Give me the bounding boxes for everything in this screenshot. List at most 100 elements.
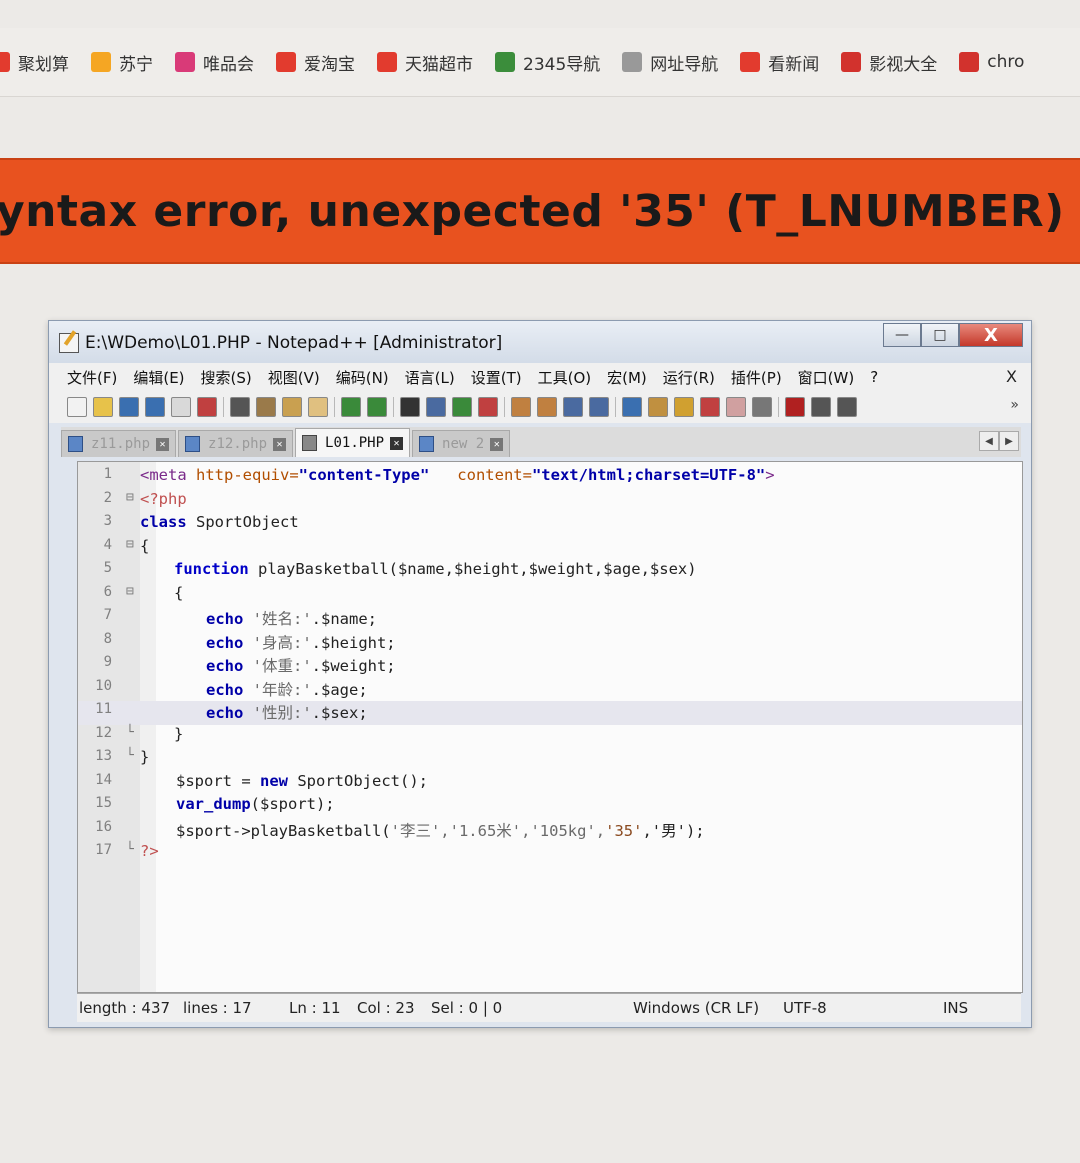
minimize-button[interactable]: — xyxy=(883,323,921,347)
word-wrap-icon[interactable] xyxy=(563,397,583,417)
function-list-icon[interactable] xyxy=(700,397,720,417)
bookmark-item[interactable]: chro xyxy=(959,52,1024,72)
code-line[interactable]: 10 echo '年龄:'.$age; xyxy=(78,678,1022,702)
menu-item[interactable]: 语言(L) xyxy=(405,367,455,388)
tab-close-icon[interactable]: ✕ xyxy=(390,436,404,450)
code-line[interactable]: 11 echo '性别:'.$sex; xyxy=(78,701,1022,725)
print-icon[interactable] xyxy=(230,397,250,417)
file-tab[interactable]: z11.php ✕ xyxy=(61,430,177,457)
save-all-icon[interactable] xyxy=(145,397,165,417)
language-icon[interactable] xyxy=(648,397,668,417)
maximize-button[interactable]: □ xyxy=(921,323,959,347)
bookmark-item[interactable]: 苏宁 xyxy=(91,50,153,75)
bookmark-item[interactable]: 看新闻 xyxy=(740,50,819,75)
code-token: function xyxy=(174,560,249,578)
code-line[interactable]: 13 └} xyxy=(78,748,1022,772)
fold-marker-icon[interactable]: └ xyxy=(126,725,134,740)
line-number: 14 xyxy=(95,771,112,788)
code-line[interactable]: 3 class SportObject xyxy=(78,513,1022,537)
menu-item[interactable]: 插件(P) xyxy=(731,367,782,388)
save-icon[interactable] xyxy=(119,397,139,417)
line-number: 1 xyxy=(103,466,112,482)
tab-scroll-left-icon[interactable]: ◀ xyxy=(979,431,999,451)
code-line[interactable]: 7 echo '姓名:'.$name; xyxy=(78,607,1022,631)
code-token: '35' xyxy=(605,821,643,840)
redo-icon[interactable] xyxy=(367,397,387,417)
cut-icon[interactable] xyxy=(256,397,276,417)
menu-item[interactable]: 设置(T) xyxy=(471,367,522,388)
bookmark-item[interactable]: 影视大全 xyxy=(841,50,937,75)
file-tab[interactable]: L01.PHP ✕ xyxy=(295,428,411,457)
menu-item[interactable]: 编码(N) xyxy=(336,367,389,388)
code-line[interactable]: 17 └ ?> xyxy=(78,842,1022,866)
menu-item[interactable]: 搜索(S) xyxy=(201,367,252,388)
file-tab[interactable]: z12.php ✕ xyxy=(178,430,294,457)
menu-item[interactable]: 编辑(E) xyxy=(133,367,184,388)
tab-close-icon[interactable]: ✕ xyxy=(273,437,287,451)
monitor-icon[interactable] xyxy=(752,397,772,417)
code-line[interactable]: 8 echo '身高:'.$height; xyxy=(78,631,1022,655)
stop-macro-icon[interactable] xyxy=(811,397,831,417)
fold-marker-icon[interactable]: └ xyxy=(126,748,134,763)
zoom-out-icon[interactable] xyxy=(478,397,498,417)
zoom-in-icon[interactable] xyxy=(452,397,472,417)
record-macro-icon[interactable] xyxy=(785,397,805,417)
menu-item[interactable]: 宏(M) xyxy=(607,367,647,388)
sync-horizontal-icon[interactable] xyxy=(537,397,557,417)
code-line[interactable]: 5 function playBasketball($name,$height,$… xyxy=(78,560,1022,584)
undo-icon[interactable] xyxy=(341,397,361,417)
close-document-button[interactable]: X xyxy=(1006,367,1017,386)
menu-item[interactable]: 视图(V) xyxy=(268,367,320,388)
fold-marker-icon[interactable]: ⊟ xyxy=(126,584,134,599)
play-macro-icon[interactable] xyxy=(837,397,857,417)
code-line[interactable]: 9 echo '体重:'.$weight; xyxy=(78,654,1022,678)
close-all-icon[interactable] xyxy=(197,397,217,417)
file-tab[interactable]: new 2 ✕ xyxy=(412,430,511,457)
code-token: .$age; xyxy=(311,680,368,699)
menu-item[interactable]: ? xyxy=(870,368,878,386)
doc-map-icon[interactable] xyxy=(726,397,746,417)
code-line[interactable]: 6 ⊟ { xyxy=(78,584,1022,608)
bookmark-label: 苏宁 xyxy=(119,54,153,75)
tab-close-icon[interactable]: ✕ xyxy=(490,437,504,451)
code-line[interactable]: 12 └} xyxy=(78,725,1022,749)
code-editor[interactable]: 1 <meta http-equiv="content-Type" content… xyxy=(77,461,1023,993)
code-line[interactable]: 1 <meta http-equiv="content-Type" content… xyxy=(78,466,1022,490)
bookmark-item[interactable]: 唯品会 xyxy=(175,50,254,75)
new-file-icon[interactable] xyxy=(67,397,87,417)
code-line[interactable]: 2 ⊟ <?php xyxy=(78,490,1022,514)
fold-marker-icon[interactable]: ⊟ xyxy=(126,490,134,505)
bookmark-item[interactable]: 网址导航 xyxy=(622,50,718,75)
find-icon[interactable] xyxy=(400,397,420,417)
close-icon[interactable] xyxy=(171,397,191,417)
code-line[interactable]: 15 var_dump($sport); xyxy=(78,795,1022,819)
paste-icon[interactable] xyxy=(308,397,328,417)
menu-item[interactable]: 运行(R) xyxy=(663,367,715,388)
menu-item[interactable]: 窗口(W) xyxy=(798,367,855,388)
fold-marker-icon[interactable]: └ xyxy=(126,842,134,857)
bookmark-item[interactable]: 2345导航 xyxy=(495,50,600,75)
code-line[interactable]: 14 $sport = new SportObject(); xyxy=(78,772,1022,796)
tmall-icon xyxy=(377,52,397,72)
bookmark-item[interactable]: 聚划算 xyxy=(0,50,69,75)
window-titlebar[interactable]: E:\WDemo\L01.PHP - Notepad++ [Administra… xyxy=(49,321,1031,363)
tab-close-icon[interactable]: ✕ xyxy=(156,437,170,451)
copy-icon[interactable] xyxy=(282,397,302,417)
bookmark-item[interactable]: 天猫超市 xyxy=(377,50,473,75)
sync-vertical-icon[interactable] xyxy=(511,397,531,417)
show-all-chars-icon[interactable] xyxy=(589,397,609,417)
toolbar-overflow-icon[interactable]: » xyxy=(1010,397,1019,413)
menu-item[interactable]: 工具(O) xyxy=(538,367,592,388)
menu-item[interactable]: 文件(F) xyxy=(67,367,117,388)
notepad-app-icon xyxy=(59,333,79,353)
code-line[interactable]: 4 ⊟ { xyxy=(78,537,1022,561)
folder-icon[interactable] xyxy=(674,397,694,417)
tab-scroll-right-icon[interactable]: ▶ xyxy=(999,431,1019,451)
bookmark-item[interactable]: 爱淘宝 xyxy=(276,50,355,75)
open-file-icon[interactable] xyxy=(93,397,113,417)
fold-marker-icon[interactable]: ⊟ xyxy=(126,537,134,552)
code-line[interactable]: 16 $sport->playBasketball('李三','1.65米','1… xyxy=(78,819,1022,843)
indent-guide-icon[interactable] xyxy=(622,397,642,417)
replace-icon[interactable] xyxy=(426,397,446,417)
close-button[interactable]: X xyxy=(959,323,1023,347)
